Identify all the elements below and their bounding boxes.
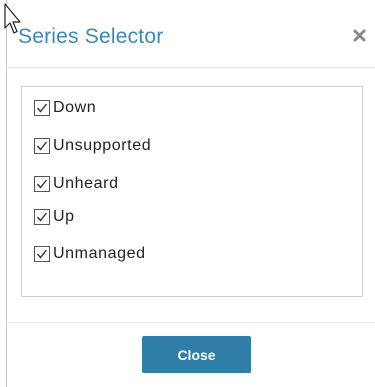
series-item-unsupported[interactable]: Unsupported [34,136,151,156]
series-selector-dialog: Series Selector Down Unsupported Unheard [6,0,375,387]
dialog-title: Series Selector [18,25,164,48]
series-item-down[interactable]: Down [34,98,96,118]
series-item-unheard[interactable]: Unheard [34,174,119,194]
series-label: Up [53,208,75,225]
series-item-up[interactable]: Up [34,207,75,227]
mouse-cursor-icon [4,3,21,34]
checkbox-down[interactable] [34,100,50,116]
dialog-header: Series Selector [7,0,375,68]
series-label: Down [53,99,97,116]
footer-divider [7,322,375,323]
close-x-icon[interactable] [348,24,370,46]
checkbox-up[interactable] [34,209,50,225]
checkbox-unsupported[interactable] [34,138,50,154]
checkbox-unheard[interactable] [34,176,50,192]
series-list: Down Unsupported Unheard Up Unmanaged [21,86,363,297]
series-label: Unheard [53,175,119,192]
series-label: Unsupported [53,137,152,154]
series-label: Unmanaged [53,245,146,262]
checkbox-unmanaged[interactable] [34,246,50,262]
series-item-unmanaged[interactable]: Unmanaged [34,244,146,264]
close-button[interactable]: Close [142,336,251,373]
